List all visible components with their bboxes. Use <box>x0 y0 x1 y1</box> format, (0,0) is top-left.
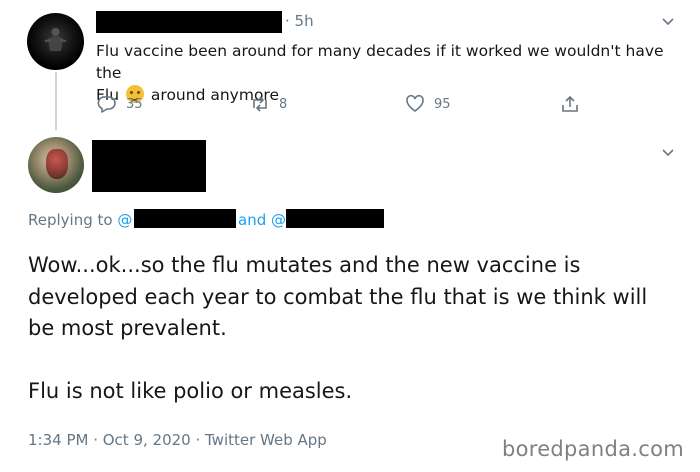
avatar-bird-photo <box>46 149 68 179</box>
retweet-icon <box>253 96 267 112</box>
tweet-timestamp[interactable]: · 5h <box>285 12 314 30</box>
avatar[interactable] <box>27 13 84 70</box>
watermark: boredpanda.com <box>501 437 684 461</box>
avatar-emblem-icon <box>45 28 66 51</box>
retweet-count: 8 <box>279 96 288 112</box>
tweet-text-line: Flu around anymore <box>96 84 686 106</box>
heart-icon <box>406 94 424 112</box>
avatar[interactable] <box>28 137 84 193</box>
tweet-paragraph: Flu is not like polio or measles. <box>28 378 353 403</box>
reply-count: 35 <box>126 96 143 112</box>
share-icon <box>562 95 578 112</box>
tweet-text: Flu vaccine been around for many decades… <box>96 40 686 106</box>
redacted-display-name <box>96 11 282 33</box>
redacted-handle <box>286 209 384 228</box>
reply-mention-and[interactable]: and @ <box>238 211 286 229</box>
redacted-handle <box>134 209 236 228</box>
reply-button[interactable]: 35 <box>97 93 143 115</box>
tweet-paragraph: Wow...ok...so the flu mutates and the ne… <box>28 253 648 340</box>
chevron-down-icon[interactable] <box>661 15 675 29</box>
retweet-button[interactable]: 8 <box>250 93 287 115</box>
reply-mention-at[interactable]: @ <box>117 211 132 229</box>
tweet-text-line: Flu vaccine been around for many decades… <box>96 42 664 82</box>
redacted-display-name <box>92 140 206 192</box>
replying-to-label: Replying to <box>28 211 113 229</box>
reply-icon <box>97 96 116 113</box>
share-button[interactable] <box>560 93 589 115</box>
thread-connector-line <box>55 72 57 130</box>
tweet-text: Wow...ok...so the flu mutates and the ne… <box>28 250 678 407</box>
chevron-down-icon[interactable] <box>661 146 675 160</box>
like-count: 95 <box>434 96 451 112</box>
tweet-timestamp[interactable]: 1:34 PM · Oct 9, 2020 · Twitter Web App <box>28 431 327 449</box>
replying-to-line: Replying to @ <box>28 211 132 229</box>
like-button[interactable]: 95 <box>405 93 451 115</box>
